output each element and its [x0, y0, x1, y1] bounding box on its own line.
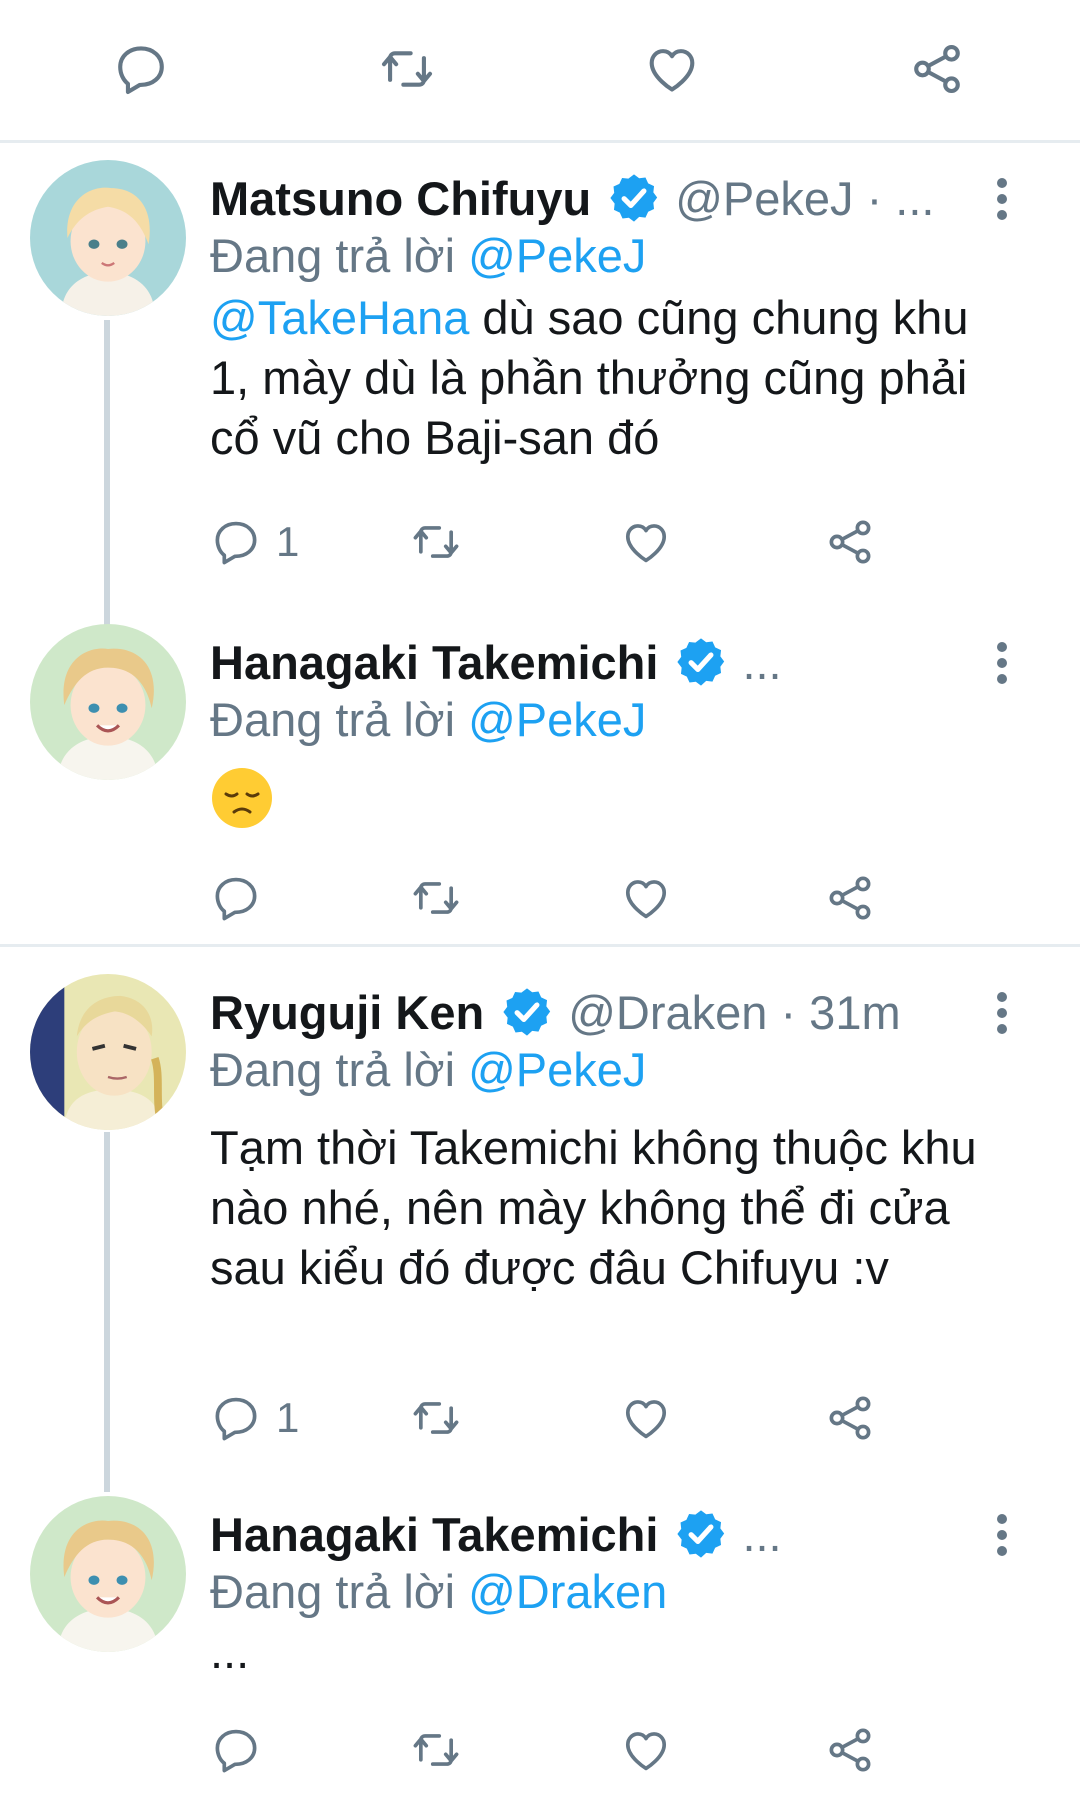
display-name[interactable]: Matsuno Chifuyu	[210, 171, 591, 226]
tweet-actions: 1	[210, 1388, 910, 1448]
reply-icon	[210, 516, 262, 568]
retweet-icon[interactable]	[378, 40, 436, 98]
verified-badge-icon	[500, 985, 554, 1039]
tweet-text: Tạm thời Takemichi không thuộc khu nào n…	[210, 1121, 977, 1294]
retweet-button[interactable]	[410, 868, 462, 928]
divider	[0, 944, 1080, 947]
replying-prefix: Đang trả lời	[210, 1043, 456, 1096]
like-icon	[620, 1392, 672, 1444]
display-name[interactable]: Ryuguji Ken	[210, 985, 484, 1040]
tweet[interactable]: Hanagaki Takemichi ... Đang trả lời @Pek…	[0, 620, 1080, 920]
share-button[interactable]	[824, 1388, 876, 1448]
replying-prefix: Đang trả lời	[210, 1565, 456, 1618]
share-button[interactable]	[824, 512, 876, 572]
thread-line	[104, 1132, 110, 1492]
like-icon	[620, 516, 672, 568]
retweet-icon	[410, 1724, 462, 1776]
replying-to-mention[interactable]: @PekeJ	[468, 229, 646, 282]
handle-timestamp[interactable]: @Draken · 31m	[568, 985, 900, 1040]
share-icon	[824, 872, 876, 924]
reply-button[interactable]	[210, 1720, 276, 1780]
share-icon	[824, 516, 876, 568]
display-name[interactable]: Hanagaki Takemichi	[210, 635, 658, 690]
reply-icon[interactable]	[112, 40, 170, 98]
divider	[0, 140, 1080, 143]
disappointed-face-emoji	[210, 766, 274, 830]
retweet-button[interactable]	[410, 512, 462, 572]
more-options-icon[interactable]	[994, 988, 1010, 1036]
reply-button[interactable]	[210, 868, 276, 928]
replying-to-mention[interactable]: @PekeJ	[468, 693, 646, 746]
tweet-text: ...	[210, 1625, 250, 1678]
avatar[interactable]	[30, 1496, 186, 1652]
retweet-icon	[410, 1392, 462, 1444]
tweet[interactable]: Hanagaki Takemichi ... Đang trả lời @Dra…	[0, 1492, 1080, 1812]
like-icon	[620, 1724, 672, 1776]
share-icon	[824, 1724, 876, 1776]
verified-badge-icon	[607, 171, 661, 225]
avatar[interactable]	[30, 160, 186, 316]
tweet-actions	[210, 1720, 910, 1780]
reply-count: 1	[276, 518, 300, 565]
tweet-text: @TakeHana dù sao cũng chung khu 1, mày d…	[210, 288, 1010, 468]
reply-icon	[210, 1724, 262, 1776]
replying-to-mention[interactable]: @PekeJ	[468, 1043, 646, 1096]
share-button[interactable]	[824, 1720, 876, 1780]
like-button[interactable]	[620, 1720, 672, 1780]
tweet-header: Matsuno Chifuyu @PekeJ · ...	[210, 168, 934, 228]
share-button[interactable]	[824, 868, 876, 928]
more-options-icon[interactable]	[994, 1510, 1010, 1558]
more-options-icon[interactable]	[994, 638, 1010, 686]
replying-to-mention[interactable]: @Draken	[468, 1565, 667, 1618]
verified-badge-icon	[674, 1507, 728, 1561]
retweet-button[interactable]	[410, 1720, 462, 1780]
replying-prefix: Đang trả lời	[210, 693, 456, 746]
verified-badge-icon	[674, 635, 728, 689]
replying-to: Đang trả lời @PekeJ	[210, 228, 646, 283]
tweet-header: Ryuguji Ken @Draken · 31m	[210, 982, 901, 1042]
share-icon	[824, 1392, 876, 1444]
like-icon	[620, 872, 672, 924]
handle-timestamp[interactable]: ...	[742, 1507, 781, 1562]
tweet-actions: 1	[210, 512, 910, 572]
avatar[interactable]	[30, 624, 186, 780]
like-icon[interactable]	[643, 40, 701, 98]
like-button[interactable]	[620, 512, 672, 572]
reply-icon	[210, 1392, 262, 1444]
retweet-button[interactable]	[410, 1388, 462, 1448]
reply-button[interactable]: 1	[210, 1388, 299, 1448]
handle-timestamp[interactable]: @PekeJ · ...	[675, 171, 934, 226]
tweet-header: Hanagaki Takemichi ...	[210, 632, 782, 692]
top-action-bar	[0, 0, 1080, 140]
retweet-icon	[410, 872, 462, 924]
replying-prefix: Đang trả lời	[210, 229, 456, 282]
tweet-actions	[210, 868, 910, 928]
replying-to: Đang trả lời @PekeJ	[210, 1042, 646, 1097]
tweet-text	[210, 766, 1010, 830]
retweet-icon	[410, 516, 462, 568]
like-button[interactable]	[620, 1388, 672, 1448]
tweet-header: Hanagaki Takemichi ...	[210, 1504, 782, 1564]
more-options-icon[interactable]	[994, 174, 1010, 222]
replying-to: Đang trả lời @Draken	[210, 1564, 667, 1619]
replying-to: Đang trả lời @PekeJ	[210, 692, 646, 747]
handle-timestamp[interactable]: ...	[742, 635, 781, 690]
avatar[interactable]	[30, 974, 186, 1130]
body-mention[interactable]: @TakeHana	[210, 291, 469, 344]
share-icon[interactable]	[908, 40, 966, 98]
reply-button[interactable]: 1	[210, 512, 299, 572]
tweet[interactable]: Ryuguji Ken @Draken · 31m Đang trả lời @…	[0, 970, 1080, 1492]
display-name[interactable]: Hanagaki Takemichi	[210, 1507, 658, 1562]
like-button[interactable]	[620, 868, 672, 928]
reply-count: 1	[276, 1394, 300, 1441]
reply-icon	[210, 872, 262, 924]
